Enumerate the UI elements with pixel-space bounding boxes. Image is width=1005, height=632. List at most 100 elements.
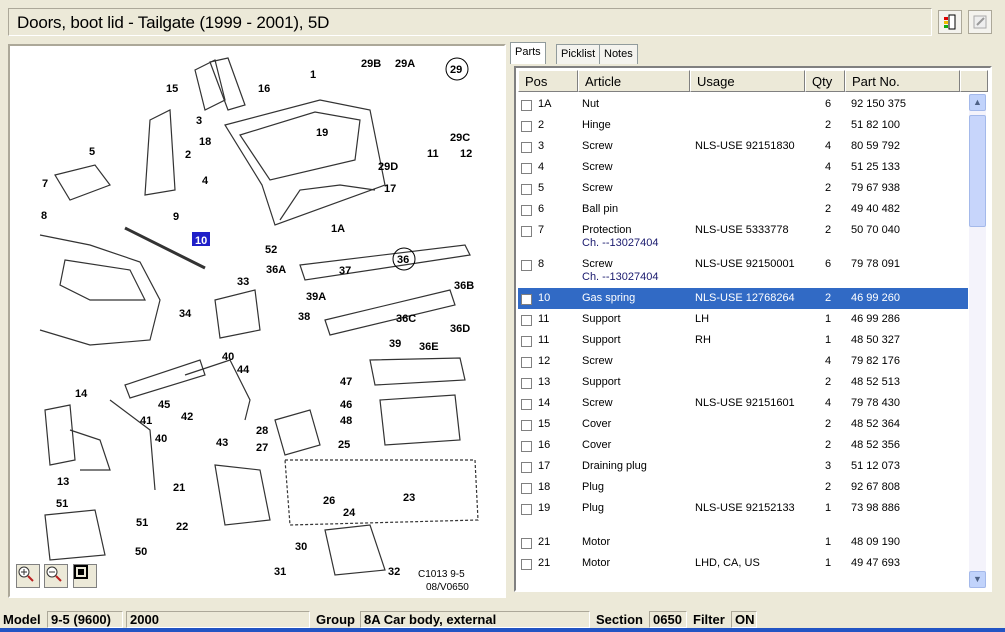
- callout[interactable]: 52: [265, 244, 277, 256]
- table-row[interactable]: 5 Screw 2 79 67 938: [518, 178, 968, 199]
- row-checkbox[interactable]: [521, 315, 532, 326]
- table-row[interactable]: 19 Plug NLS-USE 92152133 1 73 98 886: [518, 498, 968, 532]
- table-row[interactable]: 7 Protection NLS-USE 5333778 2 50 70 040…: [518, 220, 968, 254]
- row-checkbox[interactable]: [521, 163, 532, 174]
- zoom-out-button[interactable]: [44, 564, 68, 588]
- fit-button[interactable]: [73, 564, 97, 588]
- callout[interactable]: 21: [173, 482, 185, 494]
- callout[interactable]: 12: [460, 148, 472, 160]
- callout[interactable]: 23: [403, 492, 415, 504]
- callout[interactable]: 36C: [396, 313, 416, 325]
- table-row[interactable]: 8 Screw NLS-USE 92150001 6 79 78 091 Ch.…: [518, 254, 968, 288]
- callout[interactable]: 39A: [306, 291, 326, 303]
- callout[interactable]: 33: [237, 276, 249, 288]
- row-checkbox[interactable]: [521, 559, 532, 570]
- col-article[interactable]: Article: [578, 70, 690, 92]
- callout[interactable]: 16: [258, 83, 270, 95]
- callout[interactable]: 48: [340, 415, 352, 427]
- callout[interactable]: 42: [181, 411, 193, 423]
- callout[interactable]: 37: [339, 265, 351, 277]
- scroll-up-icon[interactable]: ▲: [969, 94, 986, 111]
- col-partno[interactable]: Part No.: [845, 70, 960, 92]
- table-row[interactable]: 1A Nut 6 92 150 375: [518, 94, 968, 115]
- scrollbar[interactable]: ▲ ▼: [969, 94, 986, 588]
- parts-diagram[interactable]: 15 16 1 29B 29A 29 3 19 2 18 29C 5 11 12…: [8, 44, 506, 598]
- table-row[interactable]: 6 Ball pin 2 49 40 482: [518, 199, 968, 220]
- callout[interactable]: 29: [450, 64, 462, 76]
- row-checkbox[interactable]: [521, 336, 532, 347]
- callout[interactable]: 41: [140, 415, 152, 427]
- table-row[interactable]: 14 Screw NLS-USE 92151601 4 79 78 430: [518, 393, 968, 414]
- row-checkbox[interactable]: [521, 483, 532, 494]
- table-row[interactable]: 3 Screw NLS-USE 92151830 4 80 59 792: [518, 136, 968, 157]
- callout[interactable]: 39: [389, 338, 401, 350]
- table-row[interactable]: 13 Support 2 48 52 513: [518, 372, 968, 393]
- row-checkbox[interactable]: [521, 441, 532, 452]
- callout[interactable]: 44: [237, 364, 250, 376]
- callout[interactable]: 13: [57, 476, 69, 488]
- table-row[interactable]: 11 Support LH 1 46 99 286: [518, 309, 968, 330]
- table-row[interactable]: 2 Hinge 2 51 82 100: [518, 115, 968, 136]
- callout[interactable]: 47: [340, 376, 352, 388]
- callout[interactable]: 9: [173, 211, 179, 223]
- callout[interactable]: 36E: [419, 341, 439, 353]
- row-checkbox[interactable]: [521, 142, 532, 153]
- row-checkbox[interactable]: [521, 504, 532, 515]
- scroll-thumb[interactable]: [969, 115, 986, 227]
- callout[interactable]: 29D: [378, 161, 398, 173]
- table-row[interactable]: 16 Cover 2 48 52 356: [518, 435, 968, 456]
- row-checkbox[interactable]: [521, 121, 532, 132]
- table-row[interactable]: 4 Screw 4 51 25 133: [518, 157, 968, 178]
- table-row[interactable]: 18 Plug 2 92 67 808: [518, 477, 968, 498]
- row-checkbox[interactable]: [521, 184, 532, 195]
- col-qty[interactable]: Qty: [805, 70, 845, 92]
- table-row[interactable]: 10 Gas spring NLS-USE 12768264 2 46 99 2…: [518, 288, 968, 309]
- callout[interactable]: 14: [75, 388, 88, 400]
- tab-parts[interactable]: Parts: [510, 42, 546, 64]
- row-checkbox[interactable]: [521, 205, 532, 216]
- callout[interactable]: 40: [155, 433, 167, 445]
- table-row[interactable]: 11 Support RH 1 48 50 327: [518, 330, 968, 351]
- tab-notes[interactable]: Notes: [599, 44, 638, 64]
- callout[interactable]: 29A: [395, 58, 415, 70]
- table-row[interactable]: 21 Motor 1 48 09 190: [518, 532, 968, 553]
- callout[interactable]: 30: [295, 541, 307, 553]
- row-checkbox[interactable]: [521, 378, 532, 389]
- callout[interactable]: 36D: [450, 323, 470, 335]
- col-pos[interactable]: Pos: [518, 70, 578, 92]
- callout[interactable]: 51: [56, 498, 68, 510]
- callout[interactable]: 11: [427, 148, 439, 160]
- callout[interactable]: 15: [166, 83, 178, 95]
- callout[interactable]: 27: [256, 442, 268, 454]
- callout[interactable]: 51: [136, 517, 148, 529]
- row-checkbox[interactable]: [521, 538, 532, 549]
- callout[interactable]: 46: [340, 399, 352, 411]
- callout[interactable]: 40: [222, 351, 234, 363]
- row-checkbox[interactable]: [521, 226, 532, 237]
- callout[interactable]: 29B: [361, 58, 381, 70]
- callout[interactable]: 43: [216, 437, 228, 449]
- callout[interactable]: 3: [196, 115, 202, 127]
- callout[interactable]: 8: [41, 210, 47, 222]
- table-row[interactable]: 21 Motor LHD, CA, US 1 49 47 693: [518, 553, 968, 574]
- callout[interactable]: 22: [176, 521, 188, 533]
- callout[interactable]: 29C: [450, 132, 470, 144]
- tab-picklist[interactable]: Picklist: [556, 44, 601, 64]
- callout[interactable]: 24: [343, 507, 356, 519]
- row-checkbox[interactable]: [521, 100, 532, 111]
- callout[interactable]: 5: [89, 146, 95, 158]
- note-button[interactable]: [968, 10, 992, 34]
- row-checkbox[interactable]: [521, 357, 532, 368]
- callout[interactable]: 36A: [266, 264, 286, 276]
- callout[interactable]: 7: [42, 178, 48, 190]
- callout[interactable]: 32: [388, 566, 400, 578]
- callout[interactable]: 50: [135, 546, 147, 558]
- callout[interactable]: 2: [185, 149, 191, 161]
- callout-highlighted[interactable]: 10: [195, 235, 207, 247]
- callout[interactable]: 26: [323, 495, 335, 507]
- table-row[interactable]: 12 Screw 4 79 82 176: [518, 351, 968, 372]
- callout[interactable]: 25: [338, 439, 350, 451]
- row-checkbox[interactable]: [521, 294, 532, 305]
- table-row[interactable]: 17 Draining plug 3 51 12 073: [518, 456, 968, 477]
- callout[interactable]: 34: [179, 308, 192, 320]
